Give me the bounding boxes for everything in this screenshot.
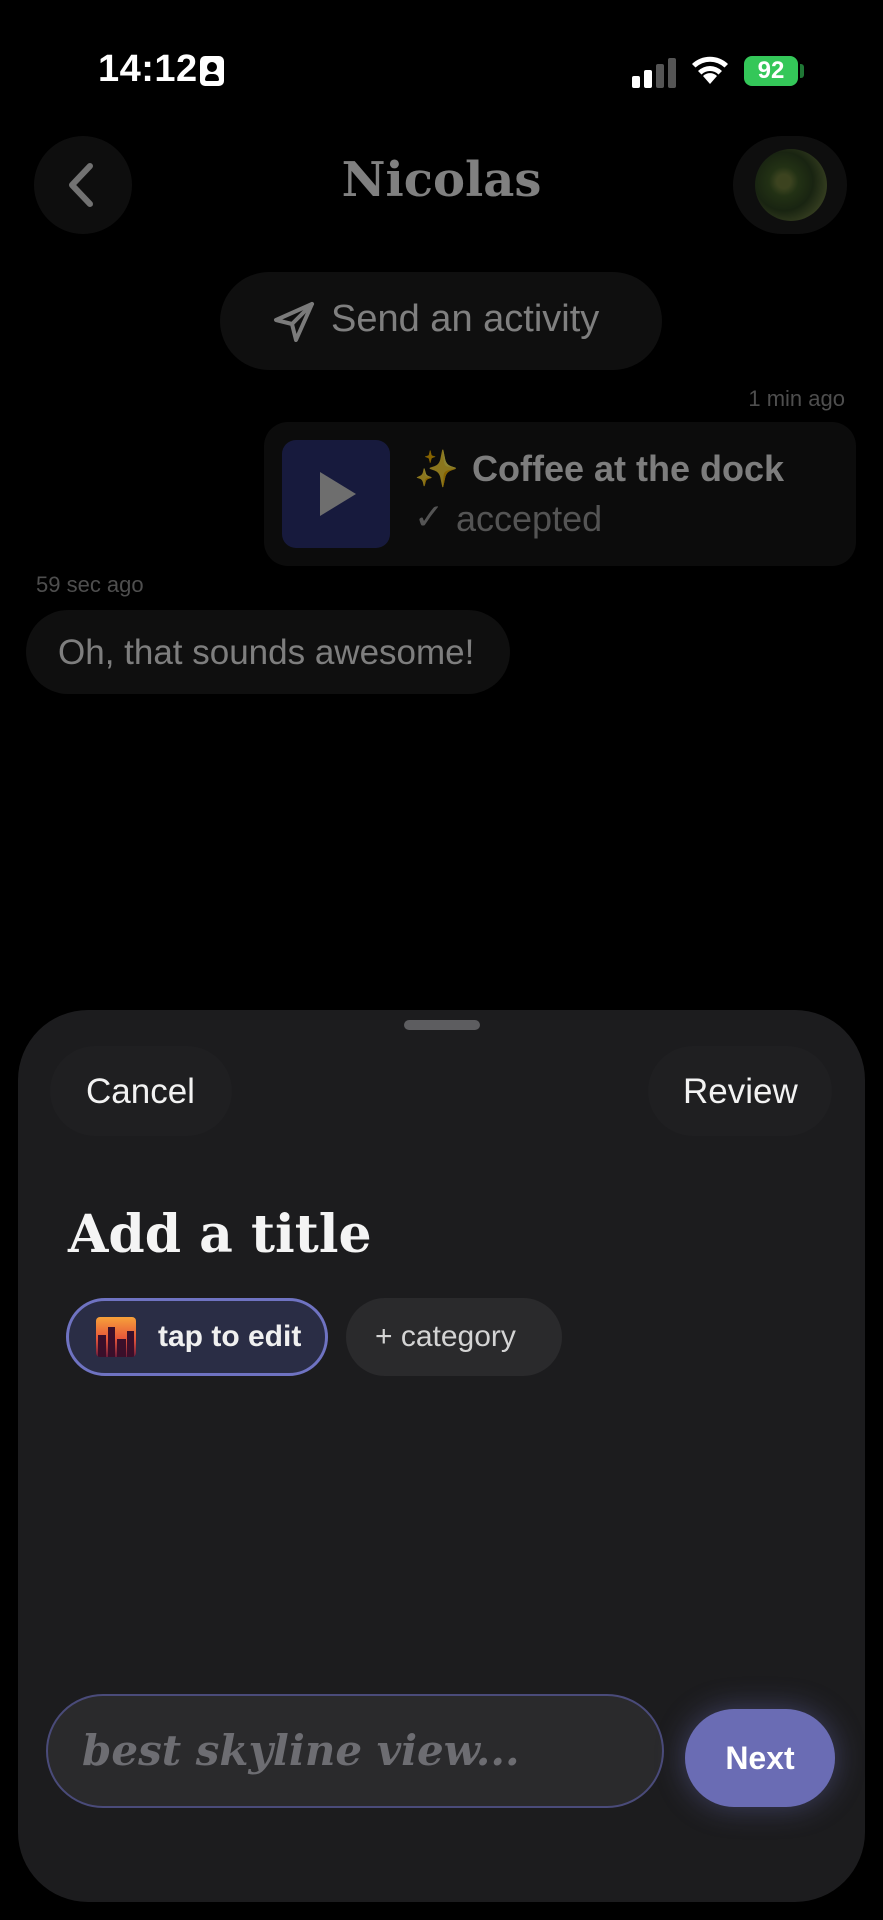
cancel-button-label[interactable]: Cancel: [86, 1072, 195, 1112]
battery-tip: [800, 64, 804, 78]
send-activity-label: Send an activity: [331, 298, 600, 340]
paper-plane-icon: [274, 302, 314, 342]
battery-indicator: 92: [744, 56, 798, 86]
add-category-label: + category: [375, 1320, 516, 1353]
emoji-chip-label: tap to edit: [158, 1320, 302, 1353]
message-text: Oh, that sounds awesome!: [58, 633, 475, 672]
checkmark-icon: ✓: [414, 496, 445, 537]
title-input-placeholder[interactable]: best skyline view...: [82, 1726, 520, 1775]
activity-title: Coffee at the dock: [472, 448, 785, 489]
cityscape-sunset-icon: [96, 1317, 136, 1357]
cellular-signal-icon: [632, 56, 676, 88]
activity-status: accepted: [456, 498, 603, 539]
message-timestamp: 59 sec ago: [36, 572, 144, 597]
sheet-grabber[interactable]: [404, 1020, 480, 1030]
play-icon: [320, 472, 356, 516]
sheet-heading: Add a title: [68, 1204, 372, 1265]
next-button-label[interactable]: Next: [685, 1740, 835, 1777]
avatar[interactable]: [755, 149, 827, 221]
message-timestamp: 1 min ago: [748, 386, 845, 411]
review-button-label[interactable]: Review: [683, 1072, 798, 1112]
status-time: 14:12: [98, 48, 198, 90]
battery-level: 92: [757, 57, 785, 84]
wifi-icon: [692, 56, 728, 84]
sparkle-icon: ✨: [414, 448, 459, 489]
contact-card-icon: [200, 56, 224, 86]
